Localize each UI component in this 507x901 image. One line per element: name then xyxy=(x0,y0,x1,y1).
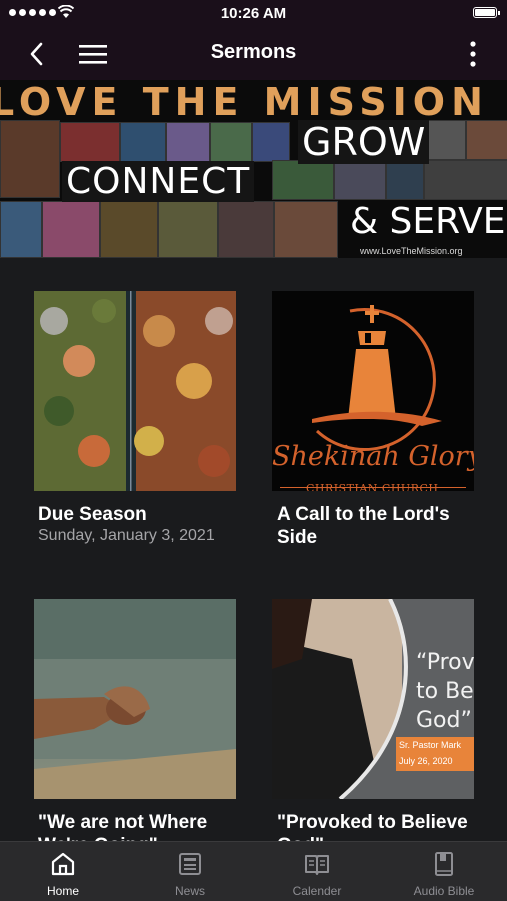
collage-photo xyxy=(252,122,290,162)
forest-road-image xyxy=(34,291,236,491)
sermon-thumbnail[interactable]: Shekinah Glory CHRISTIAN CHURCH xyxy=(272,291,474,491)
collage-photo xyxy=(60,122,120,162)
banner-word-connect: CONNECT xyxy=(62,161,255,202)
news-icon xyxy=(179,853,201,875)
collage-photo xyxy=(386,160,424,200)
collage-photo xyxy=(42,201,100,258)
tab-label: News xyxy=(174,884,205,898)
collage-photo xyxy=(218,201,274,258)
collage-photo xyxy=(0,201,42,258)
sermon-title[interactable]: Due Season xyxy=(38,503,147,526)
tab-news[interactable]: News xyxy=(127,842,253,901)
collage-photo xyxy=(158,201,218,258)
collage-photo xyxy=(120,122,166,162)
sermon-thumbnail[interactable] xyxy=(34,291,236,491)
calendar-book-icon xyxy=(305,855,329,875)
bible-icon xyxy=(435,852,453,876)
praying-hands-image xyxy=(34,599,236,799)
navigation-bar: Sermons xyxy=(0,28,507,80)
collage-photo xyxy=(424,120,466,160)
church-banner: LOVE THE MISSION GROW CONNECT & SERVE ww… xyxy=(0,80,507,258)
tab-label: Calender xyxy=(292,884,342,898)
tab-label: Audio Bible xyxy=(413,884,475,898)
tab-calender[interactable]: Calender xyxy=(254,842,380,901)
collage-photo xyxy=(334,160,386,200)
collage-photo xyxy=(210,122,252,162)
bottom-tab-bar: Home News Calender Audio Bible xyxy=(0,841,507,901)
tab-label: Home xyxy=(46,884,79,898)
sermon-thumbnail[interactable]: “Prov to Be God” Sr. Pastor Mark July 26… xyxy=(272,599,474,799)
more-options-icon[interactable] xyxy=(469,40,477,68)
collage-photo xyxy=(0,120,60,198)
sermon-title[interactable]: A Call to the Lord's Side xyxy=(277,503,457,549)
banner-headline: LOVE THE MISSION xyxy=(0,80,489,124)
tab-audio-bible[interactable]: Audio Bible xyxy=(381,842,507,901)
collage-photo xyxy=(274,201,338,258)
collage-photo xyxy=(466,120,507,160)
collage-photo xyxy=(424,160,507,200)
preacher-badge: Sr. Pastor Mark July 26, 2020 xyxy=(396,737,474,771)
status-bar: 10:26 AM xyxy=(0,0,507,28)
tab-home[interactable]: Home xyxy=(0,842,126,901)
church-logo-name: Shekinah Glory xyxy=(272,441,474,472)
sermon-date: Sunday, January 3, 2021 xyxy=(38,527,215,544)
battery-icon xyxy=(473,7,500,18)
banner-url: www.LoveTheMission.org xyxy=(360,246,463,256)
status-time: 10:26 AM xyxy=(220,5,287,22)
collage-photo xyxy=(272,160,334,200)
home-icon xyxy=(51,852,75,876)
collage-photo xyxy=(100,201,158,258)
sermon-artwork-quote: “Prov to Be God” xyxy=(416,650,474,733)
page-title: Sermons xyxy=(210,41,297,63)
logo-divider xyxy=(280,487,466,488)
banner-word-serve: & SERVE xyxy=(350,201,506,242)
banner-word-grow: GROW xyxy=(298,120,430,164)
sermon-thumbnail[interactable] xyxy=(34,599,236,799)
collage-photo xyxy=(166,122,210,162)
